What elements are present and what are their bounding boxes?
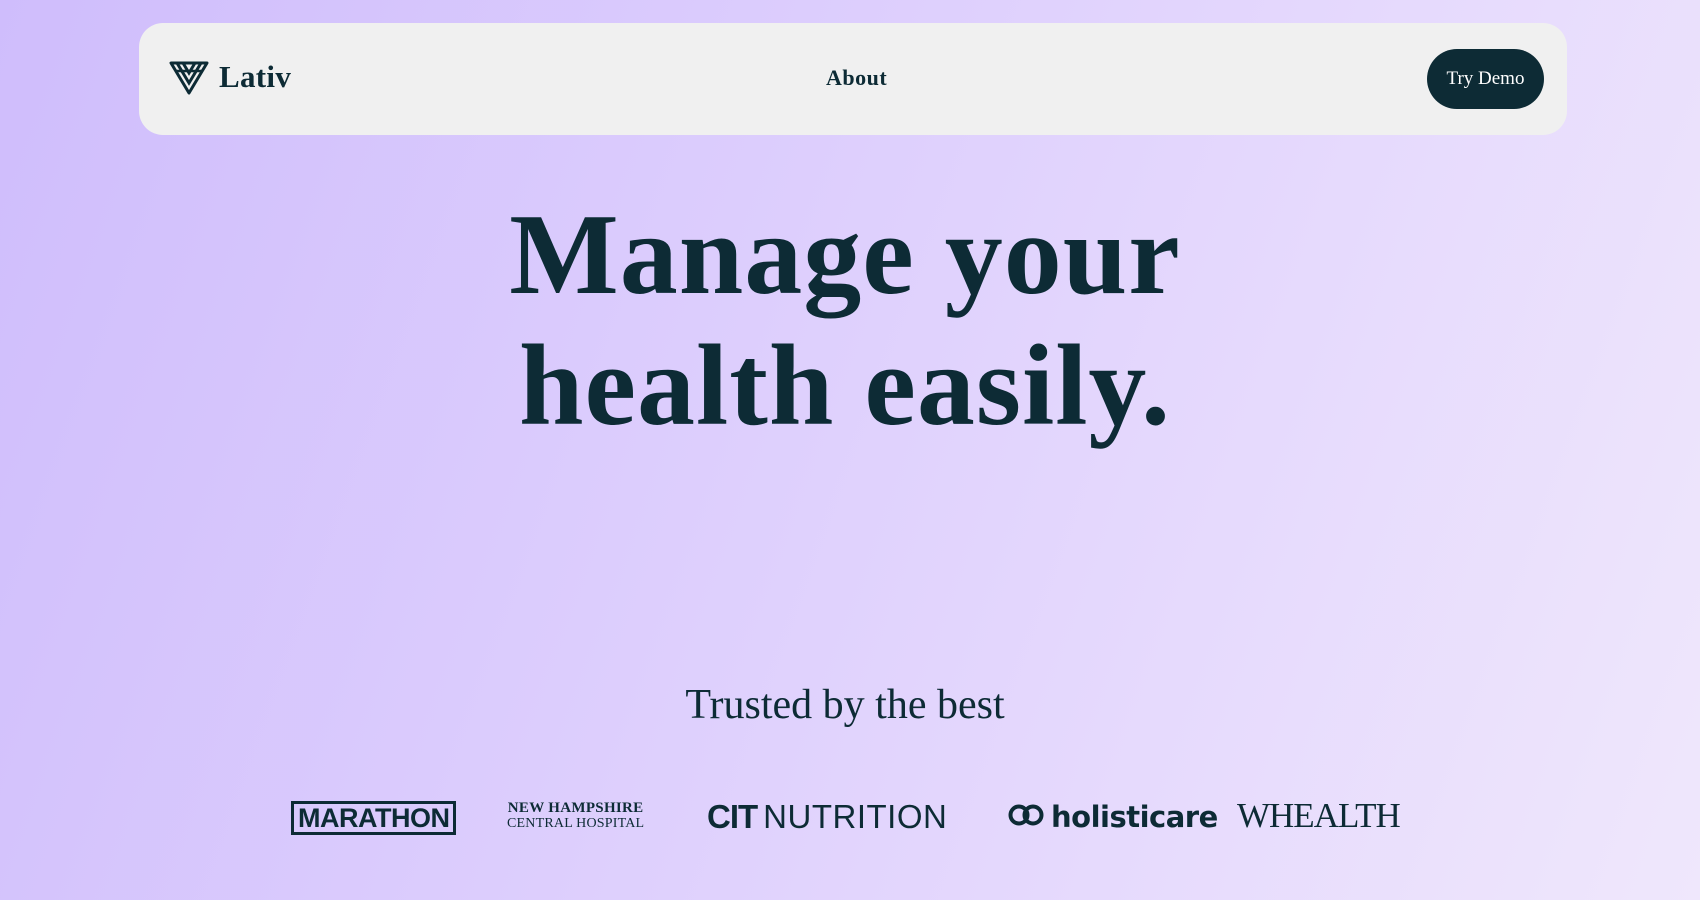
partner-logos: MARATHON NEW HAMPSHIRE CENTRAL HOSPITAL …: [0, 790, 1700, 840]
hero-title: Manage your health easily.: [0, 190, 1690, 452]
hero-title-line-1: Manage your: [509, 191, 1181, 319]
infinity-icon: [1007, 799, 1045, 835]
brand[interactable]: Lativ: [169, 59, 291, 95]
holisticare-logo-text: holisticare: [1051, 800, 1218, 834]
try-demo-button[interactable]: Try Demo: [1427, 49, 1544, 109]
nh-logo-line-2: CENTRAL HOSPITAL: [507, 816, 645, 831]
lativ-logo-icon: [169, 59, 209, 95]
marathon-logo: MARATHON: [291, 801, 457, 835]
new-hampshire-central-hospital-logo: NEW HAMPSHIRE CENTRAL HOSPITAL: [507, 800, 644, 832]
brand-name: Lativ: [219, 59, 292, 94]
nav-link-about[interactable]: About: [826, 65, 887, 91]
trusted-heading: Trusted by the best: [685, 682, 1005, 728]
nh-logo-line-1: NEW HAMPSHIRE: [507, 800, 644, 816]
hero-title-line-2: health easily.: [518, 322, 1172, 450]
cit-logo-part-2: NUTRITION: [763, 798, 948, 835]
navbar: Lativ About Try Demo: [139, 23, 1567, 135]
holisticare-logo: holisticare: [1007, 799, 1218, 835]
whealth-logo: WHEALTH: [1237, 796, 1401, 835]
cit-logo-part-1: CIT: [707, 798, 758, 835]
cit-nutrition-logo: CIT NUTRITION: [707, 799, 947, 835]
